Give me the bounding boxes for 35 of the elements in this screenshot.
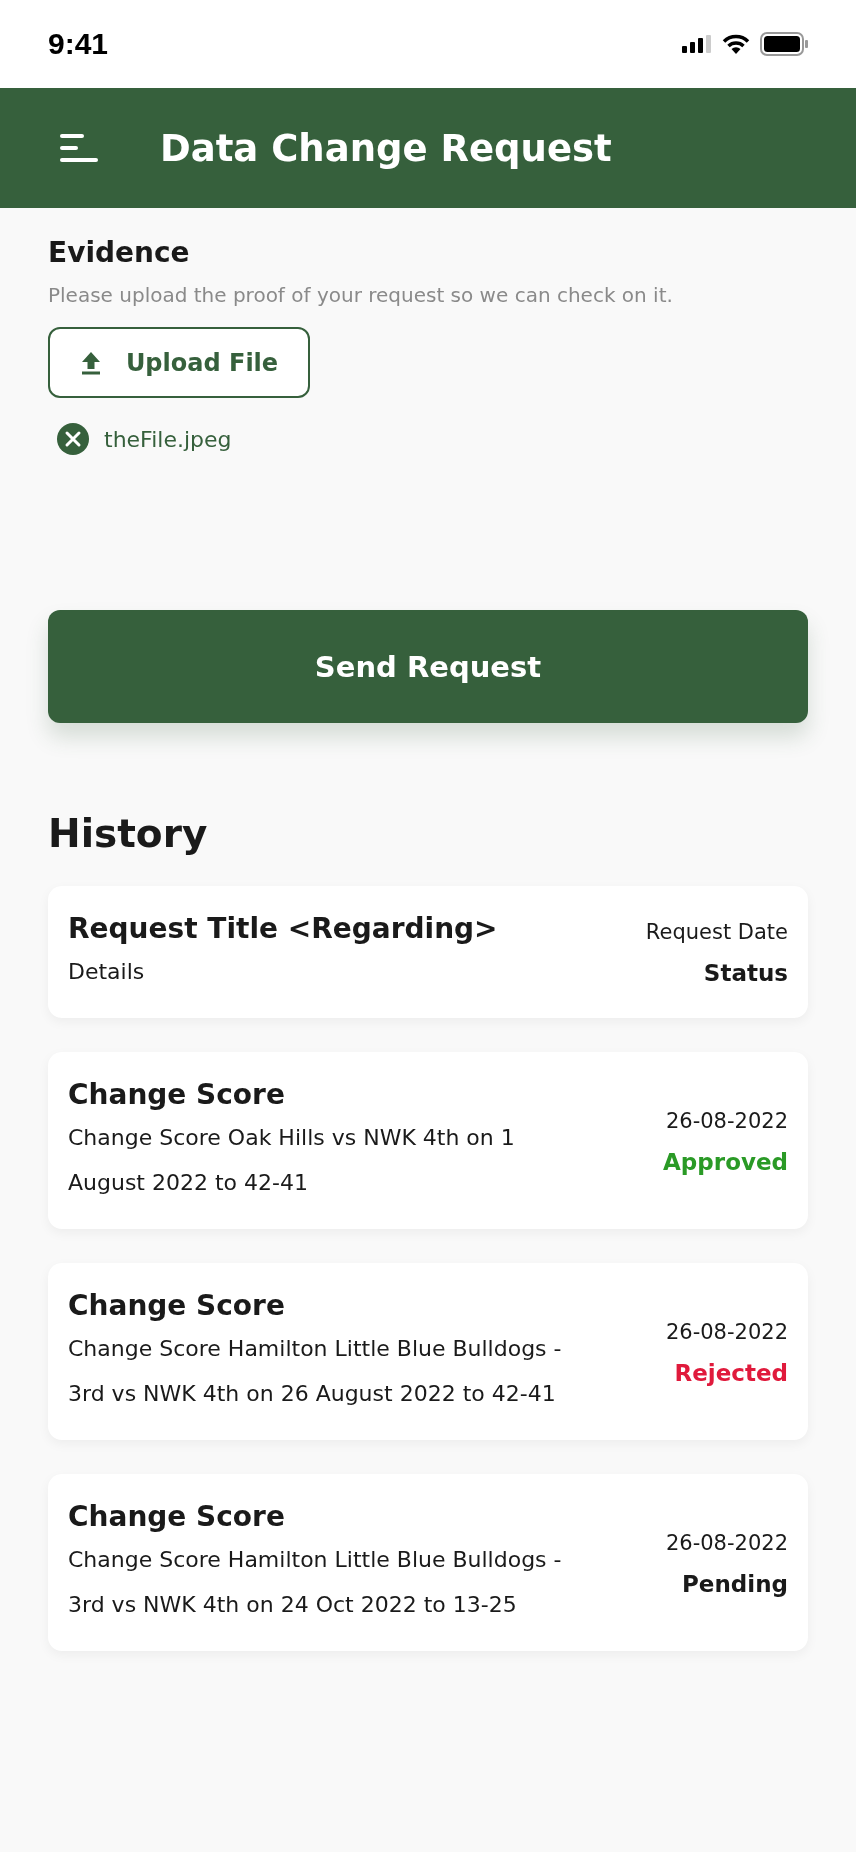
request-details: Details — [68, 958, 146, 986]
signal-icon — [682, 35, 712, 53]
status-time: 9:41 — [48, 27, 109, 61]
history-card[interactable]: Request Title <Regarding> Details Request Date Status — [48, 886, 808, 1018]
request-details: Change Score Hamilton Little Blue Bulldogs - 3rd vs NWK 4th on 26 August 2022 to 42-41 — [68, 1335, 563, 1408]
upload-icon — [79, 350, 102, 375]
history-card[interactable]: Change Score Change Score Hamilton Little Blue Bulldogs - 3rd vs NWK 4th on 24 Oct 2022 to 13-25 26-08-2022 Pending — [48, 1474, 808, 1651]
page-title: Data Change Request — [160, 126, 612, 170]
history-card[interactable]: Change Score Change Score Oak Hills vs NWK 4th on 1 August 2022 to 42-41 26-08-2022 Approved — [48, 1052, 808, 1229]
request-status: Status — [703, 960, 788, 986]
file-name: theFile.jpeg — [104, 426, 232, 452]
remove-icon[interactable] — [56, 422, 90, 456]
menu-icon — [58, 132, 100, 164]
menu-button[interactable] — [58, 132, 100, 164]
history-card[interactable]: Change Score Change Score Hamilton Little Blue Bulldogs - 3rd vs NWK 4th on 26 August 2022 to 42-41 26-08-2022 Rejected — [48, 1263, 808, 1440]
request-status: Pending — [682, 1570, 788, 1597]
upload-button[interactable]: Upload File — [48, 327, 310, 398]
request-title: Change Score — [68, 1500, 286, 1533]
request-details: Change Score Hamilton Little Blue Bulldogs - 3rd vs NWK 4th on 24 Oct 2022 to 13-25 — [68, 1546, 563, 1619]
section-title: Evidence — [48, 236, 191, 269]
battery-icon — [760, 32, 808, 56]
request-date: 26-08-2022 — [665, 1108, 788, 1133]
wifi-icon — [722, 34, 750, 54]
request-status: Approved — [663, 1148, 788, 1175]
request-title: Change Score — [68, 1078, 286, 1111]
section-title: History — [48, 811, 209, 856]
request-title: Request Title <Regarding> — [68, 912, 499, 945]
request-date: 26-08-2022 — [665, 1319, 788, 1344]
request-title: Change Score — [68, 1289, 286, 1322]
request-details: Change Score Oak Hills vs NWK 4th on 1 August 2022 to 42-41 — [68, 1124, 516, 1197]
request-date: Request Date — [645, 920, 788, 944]
send-request-button[interactable]: Send Request — [48, 610, 808, 723]
hint-text: Please upload the proof of your request so we can check on it. — [48, 283, 674, 307]
request-status: Rejected — [674, 1359, 788, 1386]
request-date: 26-08-2022 — [665, 1530, 788, 1555]
